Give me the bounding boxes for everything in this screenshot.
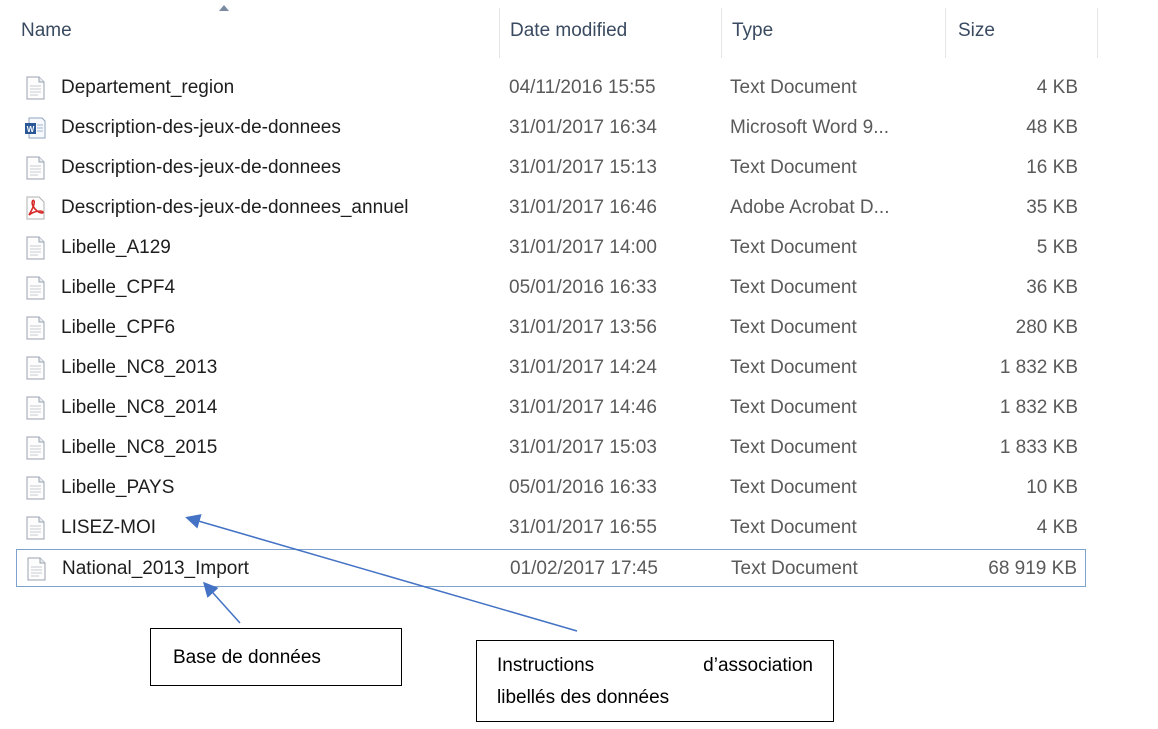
file-row[interactable]: Libelle_A129 31/01/2017 14:00 Text Documen… — [16, 229, 1086, 267]
file-type: Text Document — [730, 317, 857, 338]
text-file-icon — [25, 557, 47, 581]
file-date-modified: 31/01/2017 16:34 — [509, 117, 657, 138]
svg-text:W: W — [27, 125, 35, 134]
file-row[interactable]: Description-des-jeux-de-donnees_annuel 31… — [16, 189, 1086, 227]
instructions-callout: Instructions d’association libellés des … — [476, 640, 834, 722]
file-name: Libelle_NC8_2013 — [61, 357, 218, 378]
file-name: Libelle_PAYS — [61, 477, 175, 498]
word-file-icon: W — [24, 116, 46, 140]
file-date-modified: 31/01/2017 14:24 — [509, 357, 657, 378]
file-date-modified: 31/01/2017 15:13 — [509, 157, 657, 178]
text-file-icon — [24, 396, 46, 420]
text-file-icon — [24, 156, 46, 180]
column-header-name[interactable]: Name — [21, 20, 72, 42]
text-file-icon — [24, 356, 46, 380]
file-type: Text Document — [730, 237, 857, 258]
sort-ascending-icon — [219, 5, 229, 11]
column-divider[interactable] — [1097, 8, 1098, 58]
file-size: 48 KB — [1026, 117, 1078, 138]
file-type: Microsoft Word 9... — [730, 117, 890, 138]
file-size: 16 KB — [1026, 157, 1078, 178]
file-type: Text Document — [730, 277, 857, 298]
file-date-modified: 01/02/2017 17:45 — [510, 558, 658, 579]
instructions-callout-word2: d’association — [703, 655, 813, 676]
file-size: 1 833 KB — [999, 437, 1078, 458]
file-date-modified: 31/01/2017 13:56 — [509, 317, 657, 338]
file-row[interactable]: Libelle_PAYS 05/01/2016 16:33 Text Documen… — [16, 469, 1086, 507]
database-callout-text: Base de données — [173, 647, 321, 668]
file-size: 68 919 KB — [988, 558, 1077, 579]
file-row[interactable]: Departement_region 04/11/2016 15:55 Text D… — [16, 69, 1086, 107]
file-row[interactable]: Libelle_NC8_2013 31/01/2017 14:24 Text Doc… — [16, 349, 1086, 387]
file-name: Departement_region — [61, 77, 235, 98]
file-date-modified: 31/01/2017 14:00 — [509, 237, 657, 258]
file-name: Libelle_A129 — [61, 237, 171, 258]
database-callout: Base de données — [150, 628, 402, 686]
text-file-icon — [24, 276, 46, 300]
file-row[interactable]: Libelle_NC8_2014 31/01/2017 14:46 Text Doc… — [16, 389, 1086, 427]
text-file-icon — [24, 516, 46, 540]
column-divider[interactable] — [499, 8, 500, 58]
file-type: Text Document — [730, 477, 857, 498]
text-file-icon — [24, 316, 46, 340]
file-name: Libelle_NC8_2014 — [61, 397, 218, 418]
instructions-callout-word1: Instructions — [497, 655, 595, 676]
column-divider[interactable] — [945, 8, 946, 58]
file-size: 5 KB — [1036, 237, 1078, 258]
file-size: 4 KB — [1036, 77, 1078, 98]
file-name: LISEZ-MOI — [61, 517, 157, 538]
file-name: Libelle_CPF6 — [61, 317, 176, 338]
file-size: 1 832 KB — [999, 357, 1078, 378]
column-header-type[interactable]: Type — [732, 20, 773, 42]
file-name: Description-des-jeux-de-donnees — [61, 157, 341, 178]
file-name: Description-des-jeux-de-donnees_annuel — [61, 197, 409, 218]
file-row[interactable]: LISEZ-MOI 31/01/2017 16:55 Text Document 4 … — [16, 509, 1086, 547]
file-row[interactable]: W Description-des-jeux-de-donnees 31/01/20… — [16, 109, 1086, 147]
file-date-modified: 05/01/2016 16:33 — [509, 477, 657, 498]
file-date-modified: 05/01/2016 16:33 — [509, 277, 657, 298]
file-row[interactable]: National_2013_Import 01/02/2017 17:45 Text… — [16, 549, 1086, 587]
file-size: 4 KB — [1036, 517, 1078, 538]
file-row[interactable]: Libelle_NC8_2015 31/01/2017 15:03 Text Doc… — [16, 429, 1086, 467]
column-header-date[interactable]: Date modified — [510, 20, 627, 42]
file-row[interactable]: Description-des-jeux-de-donnees 31/01/201… — [16, 149, 1086, 187]
file-type: Text Document — [730, 357, 857, 378]
file-name: Libelle_CPF4 — [61, 277, 176, 298]
text-file-icon — [24, 76, 46, 100]
file-type: Text Document — [730, 437, 857, 458]
file-date-modified: 31/01/2017 15:03 — [509, 437, 657, 458]
file-date-modified: 31/01/2017 16:46 — [509, 197, 657, 218]
file-type: Text Document — [730, 157, 857, 178]
file-type: Text Document — [731, 558, 858, 579]
file-type: Text Document — [730, 397, 857, 418]
instructions-callout-line2: libellés des données — [497, 687, 670, 708]
text-file-icon — [24, 236, 46, 260]
column-header-size[interactable]: Size — [958, 20, 995, 42]
arrow-to-national-import — [202, 581, 241, 624]
file-name: Libelle_NC8_2015 — [61, 437, 218, 458]
file-date-modified: 04/11/2016 15:55 — [509, 77, 656, 98]
text-file-icon — [24, 476, 46, 500]
file-date-modified: 31/01/2017 14:46 — [509, 397, 657, 418]
pdf-file-icon — [24, 196, 46, 220]
file-date-modified: 31/01/2017 16:55 — [509, 517, 657, 538]
file-type: Adobe Acrobat D... — [730, 197, 890, 218]
column-divider[interactable] — [721, 8, 722, 58]
column-header-bar: Name Date modified Type Size — [0, 0, 1158, 72]
file-size: 35 KB — [1026, 197, 1078, 218]
file-name: Description-des-jeux-de-donnees — [61, 117, 341, 138]
file-type: Text Document — [730, 517, 857, 538]
file-size: 36 KB — [1026, 277, 1078, 298]
file-size: 280 KB — [1015, 317, 1078, 338]
file-size: 10 KB — [1026, 477, 1078, 498]
file-name: National_2013_Import — [62, 558, 249, 579]
file-type: Text Document — [730, 77, 857, 98]
file-row[interactable]: Libelle_CPF6 31/01/2017 13:56 Text Documen… — [16, 309, 1086, 347]
file-row[interactable]: Libelle_CPF4 05/01/2016 16:33 Text Documen… — [16, 269, 1086, 307]
text-file-icon — [24, 436, 46, 460]
file-size: 1 832 KB — [999, 397, 1078, 418]
